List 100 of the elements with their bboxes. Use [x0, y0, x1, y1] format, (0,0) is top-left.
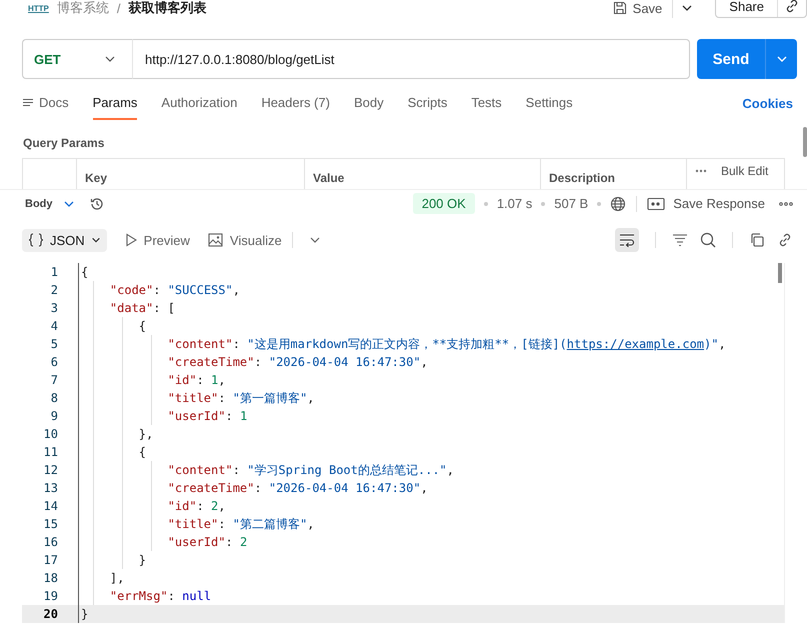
search-icon[interactable] [700, 232, 716, 248]
json-key: "content" [168, 463, 233, 477]
request-tab[interactable]: Tests [471, 89, 502, 120]
request-tab[interactable]: Scripts [408, 89, 448, 120]
breadcrumb-separator: / [116, 0, 121, 16]
request-tab[interactable]: Authorization [161, 89, 238, 120]
json-punctuation: : [232, 337, 241, 351]
code-editor[interactable] [22, 263, 785, 623]
json-punctuation: , [718, 337, 726, 351]
json-null: null [182, 589, 212, 603]
link-icon [784, 0, 800, 14]
json-key: "title" [168, 391, 218, 405]
json-string: "SUCCESS" [168, 283, 233, 297]
json-punctuation: : [168, 589, 176, 603]
json-number: 2 [211, 499, 218, 513]
json-punctuation: , [307, 517, 314, 531]
preview-button[interactable]: Preview [124, 232, 190, 248]
line-number: 11 [42, 445, 58, 459]
line-number: 7 [50, 373, 58, 387]
image-icon [208, 233, 223, 247]
line-number: 2 [50, 283, 58, 297]
json-key: "errMsg" [110, 589, 168, 603]
response-size: 507 B [554, 196, 588, 211]
link-icon[interactable] [777, 232, 793, 248]
json-punctuation: : [153, 283, 162, 297]
line-number: 10 [42, 427, 58, 441]
save-response-button[interactable]: Save Response [647, 196, 773, 211]
cookies-link[interactable]: Cookies [742, 96, 793, 120]
json-key: "userId" [168, 409, 226, 423]
json-punctuation: : [254, 355, 263, 369]
json-punctuation: : [218, 391, 226, 405]
collection-name[interactable]: 博客系统 [56, 0, 109, 17]
json-string: "2026-04-04 16:47:30" [268, 481, 421, 495]
json-string: )" [704, 337, 718, 351]
line-number: 4 [50, 319, 58, 333]
json-key: "id" [168, 499, 197, 513]
line-number: 6 [50, 355, 58, 369]
line-number: 20 [42, 607, 58, 621]
body-dropdown[interactable]: Body [25, 198, 74, 210]
play-icon [124, 233, 137, 247]
request-tab[interactable]: Settings [526, 89, 573, 120]
chevron-down-icon [90, 235, 101, 245]
line-number: 19 [42, 589, 58, 603]
json-link[interactable]: https://example.com [566, 337, 704, 351]
json-string: "第一篇博客" [232, 390, 308, 406]
line-number: 13 [42, 481, 58, 495]
json-key: "createTime" [168, 481, 254, 495]
json-string: "2026-04-04 16:47:30" [268, 355, 421, 369]
history-icon[interactable] [88, 196, 104, 212]
wrap-lines-button[interactable] [615, 228, 639, 252]
json-punctuation: , [420, 481, 428, 495]
json-punctuation: { [81, 265, 88, 279]
json-number: 1 [211, 373, 218, 387]
save-icon [612, 0, 628, 16]
json-punctuation: , [446, 463, 454, 477]
globe-icon[interactable] [610, 196, 626, 212]
filter-icon[interactable] [672, 233, 688, 247]
json-punctuation: { [138, 319, 146, 333]
json-number: 2 [240, 535, 248, 549]
request-tab[interactable]: Body [354, 89, 384, 120]
line-number: 14 [42, 499, 58, 513]
response-time: 1.07 s [496, 196, 532, 211]
json-punctuation: : [254, 481, 263, 495]
wrap-icon [619, 233, 635, 247]
json-key: "content" [168, 337, 233, 351]
http-icon: HTTP [28, 4, 49, 12]
url-field[interactable]: http://127.0.0.1:8080/blog/getList [133, 39, 690, 79]
request-name: 获取博客列表 [128, 0, 207, 17]
json-punctuation: , [420, 355, 428, 369]
line-number: 15 [42, 517, 58, 531]
json-punctuation: , [232, 283, 240, 297]
json-punctuation: , [307, 391, 314, 405]
json-punctuation: } [138, 553, 146, 567]
method-dropdown[interactable]: GET [22, 39, 133, 79]
json-string: "学习Spring Boot的总结笔记..." [247, 462, 447, 478]
json-punctuation: ], [110, 571, 124, 585]
line-number: 16 [42, 535, 58, 549]
line-number: 3 [50, 301, 58, 315]
save-button[interactable]: Save [602, 0, 674, 18]
bulk-edit-button[interactable]: Bulk Edit [721, 164, 768, 178]
json-punctuation: { [138, 445, 146, 459]
json-punctuation: , [218, 373, 226, 387]
request-tab[interactable]: Params [92, 89, 138, 120]
json-punctuation: : [232, 463, 241, 477]
more-icon [695, 168, 707, 174]
json-punctuation: }, [138, 427, 154, 441]
visualize-button[interactable]: Visualize [208, 232, 282, 248]
request-tab[interactable]: Headers (7) [261, 89, 330, 120]
more-icon[interactable] [779, 200, 793, 206]
line-number: 1 [50, 265, 58, 279]
json-punctuation: } [81, 607, 88, 621]
json-key: "userId" [168, 535, 226, 549]
json-number: 1 [240, 409, 248, 423]
copy-icon[interactable] [749, 232, 765, 248]
format-dropdown[interactable]: JSON [22, 228, 107, 252]
line-number: 18 [42, 571, 58, 585]
request-tab[interactable]: Docs [22, 89, 69, 120]
json-key: "data" [110, 301, 154, 315]
line-number: 9 [50, 409, 58, 423]
json-key: "id" [168, 373, 197, 387]
